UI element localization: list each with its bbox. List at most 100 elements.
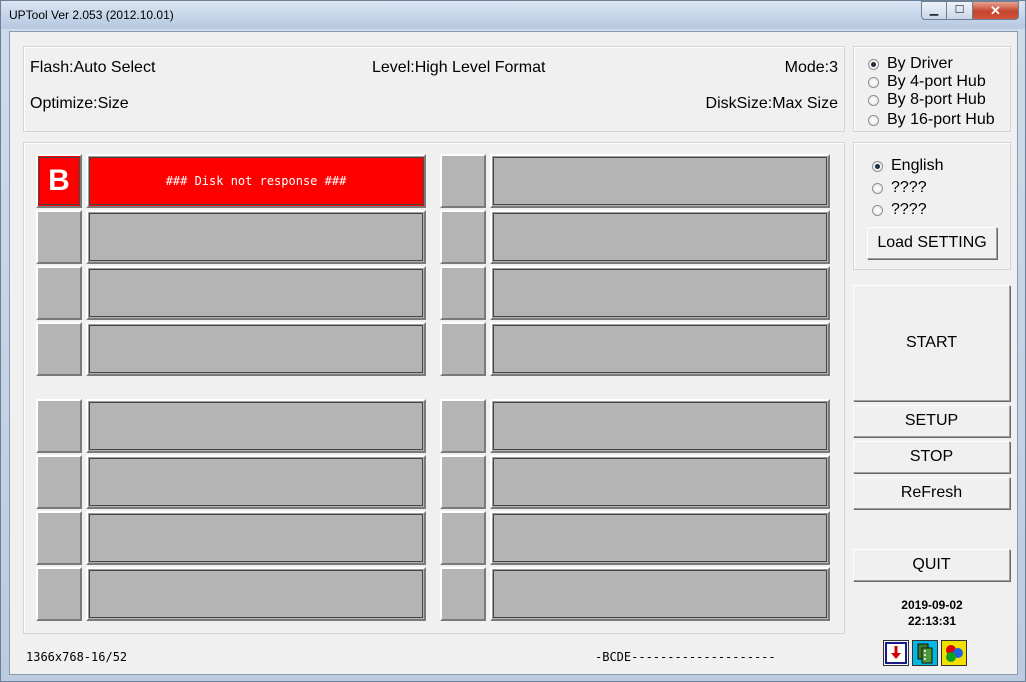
port-status-message: ### Disk not response ###: [165, 174, 347, 188]
hub-options-group: By Driver By 4-port Hub By 8-port Hub By…: [853, 46, 1011, 132]
radio-icon: [868, 94, 879, 106]
port-progress-bar: [490, 154, 830, 208]
port-indicator: [440, 322, 486, 376]
app-window: UPTool Ver 2.053 (2012.10.01) ▁ ☐ ✕ Flas…: [0, 0, 1026, 682]
port-progress-frame: [89, 325, 423, 373]
start-button[interactable]: START: [853, 285, 1010, 401]
port-indicator: [36, 399, 82, 453]
port-indicator: [440, 210, 486, 264]
port-indicator: [36, 455, 82, 509]
port-progress-bar: [86, 210, 426, 264]
port-progress-bar: [86, 567, 426, 621]
port-progress-frame: [493, 269, 827, 317]
port-progress-bar: [490, 567, 830, 621]
port-indicator: [440, 511, 486, 565]
language-group: English ???? ???? Load SETTING: [853, 142, 1011, 270]
port-progress-bar: [490, 322, 830, 376]
drive-letter: B: [48, 164, 70, 197]
radio-label: By Driver: [887, 55, 953, 72]
radio-icon: [872, 182, 883, 194]
radio-label: By 16-port Hub: [887, 111, 995, 128]
radio-by-8-port-hub[interactable]: By 8-port Hub: [868, 91, 986, 109]
close-button[interactable]: ✕: [973, 1, 1019, 20]
refresh-button[interactable]: ReFresh: [853, 477, 1010, 509]
info-panel: Flash:Auto Select Level:High Level Forma…: [23, 46, 845, 132]
radio-label: By 4-port Hub: [887, 73, 986, 90]
port-indicator: [36, 210, 82, 264]
minimize-icon: ▁: [929, 4, 939, 16]
disksize-label: DiskSize:Max Size: [705, 95, 838, 112]
port-indicator: [440, 266, 486, 320]
port-progress-frame: [89, 269, 423, 317]
radio-label: English: [891, 157, 944, 174]
port-progress-bar: [490, 455, 830, 509]
drives-status: -BCDE--------------------: [595, 650, 776, 664]
minimize-button[interactable]: ▁: [921, 1, 947, 20]
radio-by-16-port-hub[interactable]: By 16-port Hub: [868, 111, 995, 129]
port-indicator: [440, 567, 486, 621]
title-bar[interactable]: UPTool Ver 2.053 (2012.10.01) ▁ ☐ ✕: [1, 1, 1025, 29]
port-progress-bar: [86, 266, 426, 320]
radio-by-driver[interactable]: By Driver: [868, 55, 953, 73]
port-progress-frame: [493, 402, 827, 450]
port-progress-bar: [86, 322, 426, 376]
radio-language-3[interactable]: ????: [872, 201, 927, 219]
mode-label: Mode:3: [784, 59, 838, 76]
port-progress-frame: [89, 570, 423, 618]
radio-label: ????: [891, 179, 927, 196]
port-progress-frame: [89, 402, 423, 450]
optimize-label: Optimize:Size: [30, 95, 129, 112]
radio-by-4-port-hub[interactable]: By 4-port Hub: [868, 73, 986, 91]
maximize-icon: ☐: [954, 4, 965, 16]
client-area: Flash:Auto Select Level:High Level Forma…: [9, 31, 1018, 675]
port-progress-bar: [86, 455, 426, 509]
status-date: 2019-09-02: [901, 598, 963, 612]
port-progress-frame: [493, 570, 827, 618]
color-circles-icon[interactable]: [941, 640, 967, 666]
port-indicator: [36, 567, 82, 621]
radio-label: ????: [891, 201, 927, 218]
maximize-button[interactable]: ☐: [947, 1, 973, 20]
close-icon: ✕: [990, 3, 1001, 18]
stop-button[interactable]: STOP: [853, 441, 1010, 473]
port-progress-bar: [490, 266, 830, 320]
port-progress-bar: [86, 511, 426, 565]
port-progress-bar: [86, 399, 426, 453]
port-indicator: [440, 455, 486, 509]
port-progress-frame: [493, 514, 827, 562]
quit-button[interactable]: QUIT: [853, 549, 1010, 581]
port-progress-bar: [490, 399, 830, 453]
film-icon[interactable]: [912, 640, 938, 666]
radio-icon: [872, 204, 883, 216]
port-indicator: [36, 266, 82, 320]
flash-label: Flash:Auto Select: [30, 59, 156, 76]
radio-language-2[interactable]: ????: [872, 179, 927, 197]
port-indicator: [36, 322, 82, 376]
port-indicator: [440, 399, 486, 453]
port-progress-frame: [493, 325, 827, 373]
port-progress-bar: [490, 210, 830, 264]
port-progress-frame: [89, 458, 423, 506]
radio-icon: [868, 76, 879, 88]
port-indicator: [36, 511, 82, 565]
port-progress-bar: ### Disk not response ###: [86, 154, 426, 208]
status-time: 22:13:31: [907, 614, 957, 628]
port-progress-frame: [493, 213, 827, 261]
resolution-status: 1366x768-16/52: [26, 650, 128, 664]
caption-buttons: ▁ ☐ ✕: [921, 1, 1019, 20]
download-icon[interactable]: [883, 640, 909, 666]
setup-button[interactable]: SETUP: [853, 405, 1010, 437]
port-progress-frame: [89, 514, 423, 562]
window-title: UPTool Ver 2.053 (2012.10.01): [9, 8, 174, 22]
port-indicator: [440, 154, 486, 208]
radio-icon: [868, 114, 879, 126]
load-setting-button[interactable]: Load SETTING: [867, 227, 997, 259]
port-progress-bar: [490, 511, 830, 565]
radio-label: By 8-port Hub: [887, 91, 986, 108]
radio-selected-icon: [868, 58, 879, 70]
port-progress-frame: [493, 157, 827, 205]
port-indicator: B: [36, 154, 82, 208]
radio-english[interactable]: English: [872, 157, 943, 175]
port-progress-frame: [89, 213, 423, 261]
radio-selected-icon: [872, 160, 883, 172]
